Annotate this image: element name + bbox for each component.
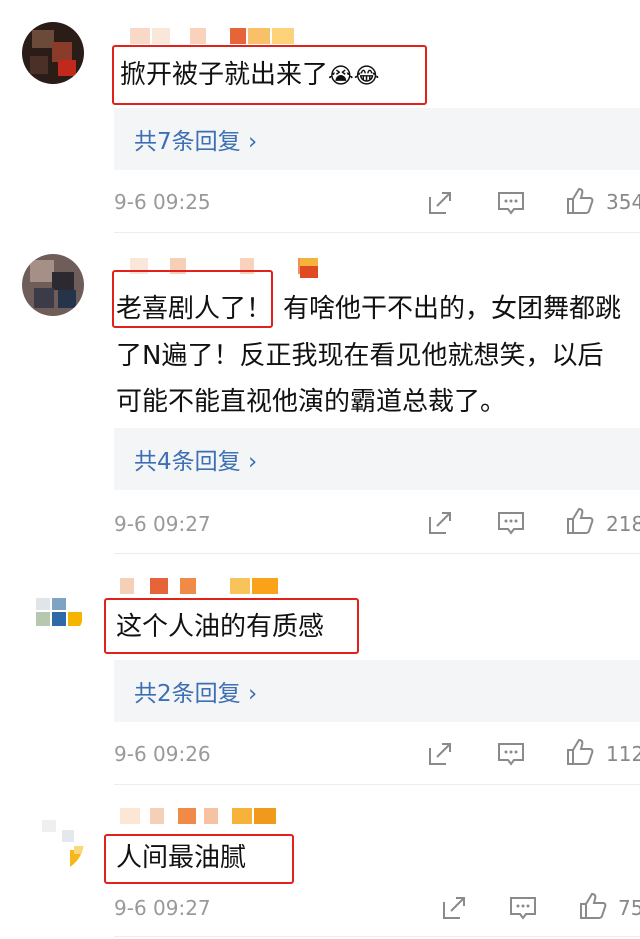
username-blurred[interactable] — [120, 808, 310, 826]
divider — [114, 784, 640, 785]
share-icon[interactable] — [439, 893, 469, 923]
comment-content: 可能不能直视他演的霸道总裁了。 — [116, 387, 507, 417]
divider — [114, 936, 640, 937]
divider — [114, 553, 640, 554]
username-blurred[interactable] — [130, 28, 320, 46]
comment-time: 9-6 09:27 — [114, 512, 211, 536]
username-blurred-tail — [300, 266, 318, 278]
like-count: 112 — [606, 742, 640, 766]
comment-content: 掀开被子就出来了😭😂 — [120, 60, 380, 90]
divider — [114, 232, 640, 233]
share-icon[interactable] — [425, 508, 455, 538]
like-count: 75 — [618, 896, 640, 920]
avatar[interactable] — [22, 254, 84, 316]
comment-icon[interactable] — [496, 188, 526, 218]
laughing-emoji-icon: 😂 — [353, 64, 380, 89]
like-count: 354 — [606, 190, 640, 214]
reply-summary[interactable]: 共7条回复 › — [114, 108, 640, 170]
like-icon[interactable] — [565, 737, 595, 767]
like-icon[interactable] — [578, 891, 608, 921]
avatar[interactable] — [22, 580, 84, 642]
comment-time: 9-6 09:25 — [114, 190, 211, 214]
like-icon[interactable] — [565, 186, 595, 216]
username-blurred[interactable] — [120, 578, 310, 596]
share-icon[interactable] — [425, 739, 455, 769]
view-replies-link[interactable]: 共4条回复 › — [134, 442, 257, 476]
share-icon[interactable] — [425, 188, 455, 218]
like-count: 218 — [606, 512, 640, 536]
comment-content: 了N遍了！反正我现在看见他就想笑，以后 — [116, 341, 604, 371]
like-icon[interactable] — [565, 506, 595, 536]
comment-time: 9-6 09:27 — [114, 896, 211, 920]
view-replies-link[interactable]: 共2条回复 › — [134, 674, 257, 708]
reply-summary[interactable]: 共2条回复 › — [114, 660, 640, 722]
comment-icon[interactable] — [496, 508, 526, 538]
comment-icon[interactable] — [508, 893, 538, 923]
comment-icon[interactable] — [496, 739, 526, 769]
comment-content: 人间最油腻 — [116, 843, 247, 873]
crying-emoji-icon: 😭 — [328, 64, 354, 89]
avatar[interactable] — [22, 22, 84, 84]
comment-content: 有啥他干不出的，女团舞都跳 — [283, 294, 622, 324]
comment-content-highlight: 老喜剧人了！ — [116, 294, 273, 324]
comment-content: 这个人油的有质感 — [116, 612, 325, 642]
reply-summary[interactable]: 共4条回复 › — [114, 428, 640, 490]
comment-time: 9-6 09:26 — [114, 742, 211, 766]
avatar[interactable] — [22, 810, 84, 872]
view-replies-link[interactable]: 共7条回复 › — [134, 122, 257, 156]
